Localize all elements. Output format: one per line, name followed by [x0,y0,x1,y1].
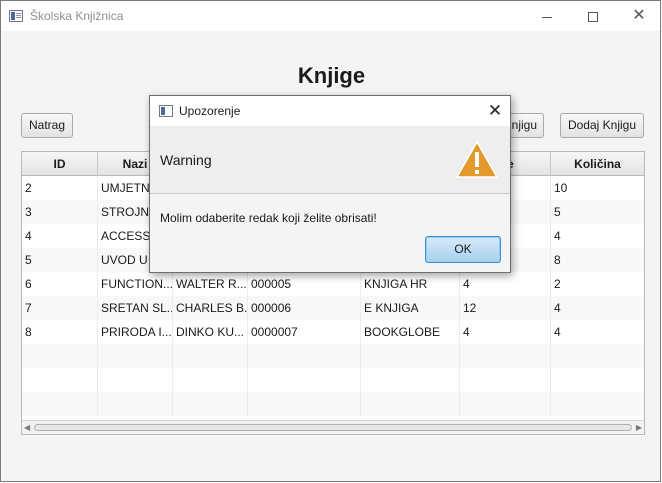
cell-quantity: 4 [551,320,644,344]
cell-publisher: BOOKGLOBE [361,320,460,344]
dialog-title-bar: Upozorenje ✕ [150,96,510,126]
cell-quantity: 5 [551,200,644,224]
back-button[interactable]: Natrag [21,113,73,138]
cell-id: 6 [22,272,98,296]
cell-quantity: 4 [551,224,644,248]
cell-col6: 4 [460,320,551,344]
cell-author: DINKO KU... [173,320,248,344]
cell-id: 8 [22,320,98,344]
table-row[interactable]: 6 FUNCTION... WALTER R... 000005 KNJIGA … [22,272,644,296]
scroll-right-icon[interactable]: ▶ [636,423,642,432]
horizontal-scrollbar[interactable]: ◀ ▶ [22,420,644,434]
page-title: Knjige [297,63,366,88]
cell-id: 7 [22,296,98,320]
cell-quantity: 2 [551,272,644,296]
table-row[interactable]: 8 PRIRODA I... DINKO KU... 0000007 BOOKG… [22,320,644,344]
scroll-left-icon[interactable]: ◀ [24,423,30,432]
add-book-button[interactable]: Dodaj Knjigu [560,113,644,138]
cell-id: 5 [22,248,98,272]
dialog-title: Upozorenje [179,104,241,118]
cell-col6: 4 [460,272,551,296]
close-icon: ✕ [487,101,503,120]
maximize-button[interactable] [570,1,616,31]
minimize-icon [542,16,552,18]
cell-quantity: 8 [551,248,644,272]
cell-title: SRETAN SL... [98,296,173,320]
minimize-button[interactable] [524,1,570,31]
window-title: Školska Knjižnica [30,9,124,23]
warning-icon [456,141,498,178]
cell-id: 2 [22,176,98,200]
table-row[interactable]: 7 SRETAN SL... CHARLES B... 000006 E KNJ… [22,296,644,320]
cell-col6: 12 [460,296,551,320]
cell-publisher: E KNJIGA [361,296,460,320]
warning-dialog: Upozorenje ✕ Warning Molim odaberite red… [149,95,511,273]
empty-row [22,368,644,392]
cell-id: 3 [22,200,98,224]
cell-publisher: KNJIGA HR [361,272,460,296]
dialog-header-text: Warning [160,152,212,168]
dialog-header: Warning [150,126,510,194]
close-icon: ✕ [632,7,646,24]
title-bar: Školska Knjižnica ✕ [1,1,660,31]
dialog-app-icon [159,105,173,117]
cell-quantity: 4 [551,296,644,320]
maximize-icon [588,12,598,23]
dialog-close-button[interactable]: ✕ [483,100,507,122]
cell-title: FUNCTION... [98,272,173,296]
cell-title: PRIRODA I... [98,320,173,344]
cell-author: CHARLES B... [173,296,248,320]
dialog-message: Molim odaberite redak koji želite obrisa… [160,211,377,225]
column-header-quantity[interactable]: Količina [551,152,644,176]
cell-quantity: 10 [551,176,644,200]
scrollbar-thumb[interactable] [34,424,632,431]
cell-id: 4 [22,224,98,248]
app-icon [9,10,23,22]
cell-code: 000005 [248,272,361,296]
column-header-id[interactable]: ID [22,152,98,176]
empty-row [22,344,644,368]
empty-row [22,392,644,416]
cell-code: 000006 [248,296,361,320]
cell-code: 0000007 [248,320,361,344]
ok-button[interactable]: OK [425,236,501,263]
close-button[interactable]: ✕ [616,1,662,31]
cell-author: WALTER R... [173,272,248,296]
